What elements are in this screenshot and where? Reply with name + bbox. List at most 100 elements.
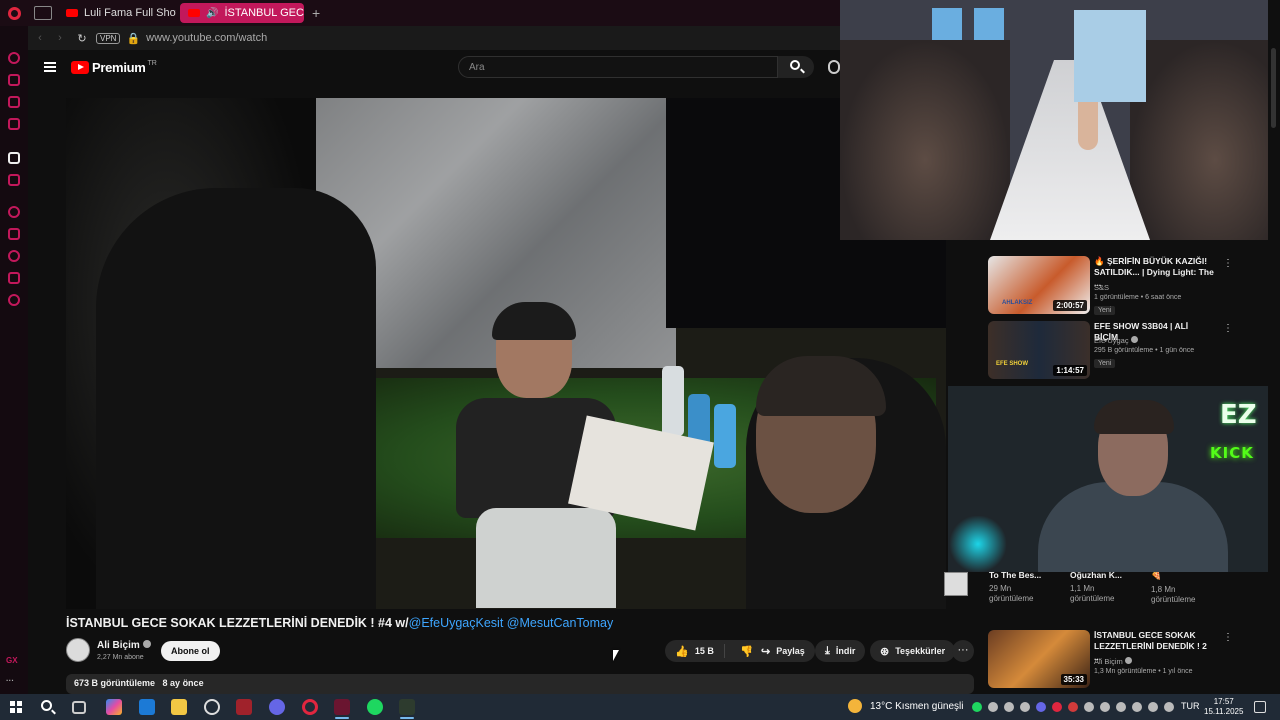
volume-icon[interactable] bbox=[1164, 702, 1174, 712]
messenger-icon[interactable] bbox=[8, 96, 20, 108]
back-icon[interactable]: ‹ bbox=[32, 32, 48, 44]
suggestion-channel[interactable]: Efe Uygaç bbox=[1094, 336, 1138, 345]
tab-istanbul-gece[interactable]: 🔊 İSTANBUL GECE SOKA bbox=[180, 3, 304, 23]
page-scrollbar[interactable] bbox=[1268, 26, 1280, 694]
aria-icon[interactable] bbox=[8, 152, 20, 164]
suggestion-thumbnail[interactable]: EFE SHOW 1:14:57 bbox=[988, 321, 1090, 379]
spotify-icon[interactable] bbox=[367, 699, 383, 715]
subscribe-button[interactable]: Abone ol bbox=[161, 641, 220, 661]
youtube-header: Premium TR Ara bbox=[28, 50, 840, 88]
speaker-icon[interactable]: 🔊 bbox=[206, 8, 218, 19]
share-button[interactable]: ↪ Paylaş bbox=[751, 640, 815, 662]
settings-icon[interactable] bbox=[8, 294, 20, 306]
reload-icon[interactable]: ↻ bbox=[74, 32, 90, 45]
like-button[interactable]: 👍 15 B bbox=[665, 644, 725, 658]
news-icon[interactable] bbox=[8, 118, 20, 130]
tray-opera-icon[interactable] bbox=[1052, 702, 1062, 712]
discord-icon[interactable] bbox=[269, 699, 285, 715]
suggestion-thumbnail[interactable]: AHLAKSIZ 2:00:57 bbox=[988, 256, 1090, 314]
notifications-icon[interactable] bbox=[1254, 701, 1266, 713]
workspaces-icon[interactable] bbox=[34, 6, 52, 20]
mention-links[interactable]: @EfeUygaçKesit @MesutCanTomay bbox=[409, 616, 614, 630]
short-item[interactable]: Oğuzhan K... 1,1 Mn görüntüleme bbox=[1070, 570, 1130, 604]
search-input[interactable]: Ara bbox=[458, 56, 778, 78]
gx-badge[interactable]: GX bbox=[6, 656, 18, 665]
twitch-icon[interactable] bbox=[8, 174, 20, 186]
tray-icon[interactable] bbox=[1084, 702, 1094, 712]
opera-icon[interactable] bbox=[302, 699, 318, 715]
search-icon[interactable] bbox=[41, 700, 52, 711]
active-indicator bbox=[335, 717, 349, 719]
history-icon[interactable] bbox=[8, 250, 20, 262]
suggestion-thumbnail[interactable]: 35:33 bbox=[988, 630, 1090, 688]
short-item[interactable]: To The Bes... 29 Mn görüntüleme bbox=[989, 570, 1049, 604]
kick-neon-sign: KICK bbox=[1210, 444, 1254, 462]
suggestion-channel[interactable]: Ali Biçim bbox=[1094, 657, 1132, 666]
suggestion-stats: 295 B görüntüleme • 1 gün önce bbox=[1094, 347, 1195, 354]
send-icon[interactable] bbox=[8, 272, 20, 284]
bag-icon[interactable] bbox=[8, 74, 20, 86]
file-explorer-icon[interactable] bbox=[171, 699, 187, 715]
lock-icon[interactable]: 🔒 bbox=[126, 32, 140, 45]
sidebar-more-icon[interactable]: ··· bbox=[6, 676, 14, 685]
player-icon[interactable] bbox=[8, 206, 20, 218]
tray-icon[interactable] bbox=[988, 702, 998, 712]
scene-streamer-hair bbox=[1094, 400, 1174, 434]
tray-icon[interactable] bbox=[1100, 702, 1110, 712]
tab-luli-fama[interactable]: Luli Fama Full Show in SLO bbox=[58, 3, 176, 23]
suggestion-title[interactable]: 🔥 ŞERİFİN BÜYÜK KAZIĞI! SATILDIK... | Dy… bbox=[1094, 256, 1214, 289]
tray-icon[interactable] bbox=[1068, 702, 1078, 712]
copilot-icon[interactable] bbox=[106, 699, 122, 715]
suggestion-item[interactable]: 35:33 İSTANBUL GECE SOKAK LEZZETLERİNİ D… bbox=[988, 630, 1233, 692]
start-icon[interactable] bbox=[10, 701, 22, 713]
upload-age: 8 ay önce bbox=[162, 678, 204, 688]
scrollbar-thumb[interactable] bbox=[1271, 48, 1276, 128]
forward-icon[interactable]: › bbox=[52, 32, 68, 44]
channel-name[interactable]: Ali Biçim bbox=[97, 640, 151, 651]
suggestion-channel[interactable]: S&S bbox=[1094, 283, 1109, 292]
opera-logo-icon[interactable] bbox=[0, 0, 28, 26]
youtube-premium-logo[interactable]: Premium TR bbox=[71, 60, 157, 75]
tray-spotify-icon[interactable] bbox=[972, 702, 982, 712]
new-tab-button[interactable]: + bbox=[312, 5, 320, 21]
microphone-icon[interactable] bbox=[1116, 702, 1126, 712]
suggestion-item[interactable]: EFE SHOW 1:14:57 EFE SHOW S3B04 | ALİ Bİ… bbox=[988, 321, 1233, 383]
network-icon[interactable] bbox=[1148, 702, 1158, 712]
thanks-button[interactable]: ⊛ Teşekkürler bbox=[870, 640, 956, 662]
vpn-badge[interactable]: VPN bbox=[96, 32, 121, 44]
tray-icon[interactable] bbox=[1132, 702, 1142, 712]
video-title: İSTANBUL GECE SOKAK LEZZETLERİNİ DENEDİK… bbox=[66, 616, 614, 630]
more-actions-button[interactable]: ··· bbox=[952, 640, 974, 662]
suggestion-item[interactable]: AHLAKSIZ 2:00:57 🔥 ŞERİFİN BÜYÜK KAZIĞI!… bbox=[988, 256, 1233, 318]
steam-icon[interactable] bbox=[204, 699, 220, 715]
more-vert-icon[interactable]: ⋮ bbox=[1223, 632, 1233, 643]
scene-glow bbox=[948, 516, 1008, 572]
verified-icon bbox=[1130, 336, 1138, 343]
speed-dial-icon[interactable] bbox=[8, 52, 20, 64]
menu-icon[interactable] bbox=[44, 62, 56, 72]
weather-widget[interactable]: 13°C Kısmen güneşli bbox=[848, 699, 964, 713]
tray-discord-icon[interactable] bbox=[1036, 702, 1046, 712]
bookmark-icon[interactable] bbox=[8, 228, 20, 240]
tray-steam-icon[interactable] bbox=[1020, 702, 1030, 712]
opera-gx-icon[interactable] bbox=[334, 699, 350, 715]
clock[interactable]: 17:57 15.11.2025 bbox=[1204, 697, 1243, 717]
more-vert-icon[interactable]: ⋮ bbox=[1223, 258, 1233, 269]
new-badge: Yeni bbox=[1094, 359, 1116, 368]
download-icon: ⤓ bbox=[825, 644, 830, 657]
description-box[interactable]: 673 B görüntüleme 8 ay önce bbox=[66, 674, 974, 694]
more-vert-icon[interactable]: ⋮ bbox=[1223, 323, 1233, 334]
app-icon[interactable] bbox=[399, 699, 415, 715]
tray-icon[interactable] bbox=[1004, 702, 1014, 712]
voice-app-icon[interactable] bbox=[236, 699, 252, 715]
language-indicator[interactable]: TUR bbox=[1181, 701, 1200, 711]
video-player[interactable] bbox=[66, 98, 946, 609]
task-view-icon[interactable] bbox=[72, 701, 86, 714]
search-button[interactable] bbox=[778, 56, 814, 78]
download-button[interactable]: ⤓ İndir bbox=[815, 640, 866, 662]
mail-icon[interactable] bbox=[139, 699, 155, 715]
voice-search-icon[interactable] bbox=[828, 60, 840, 74]
short-item[interactable]: 🍕 1,8 Mn görüntüleme bbox=[1151, 570, 1211, 605]
avatar[interactable] bbox=[66, 638, 90, 662]
url-field[interactable]: www.youtube.com/watch bbox=[146, 32, 267, 44]
